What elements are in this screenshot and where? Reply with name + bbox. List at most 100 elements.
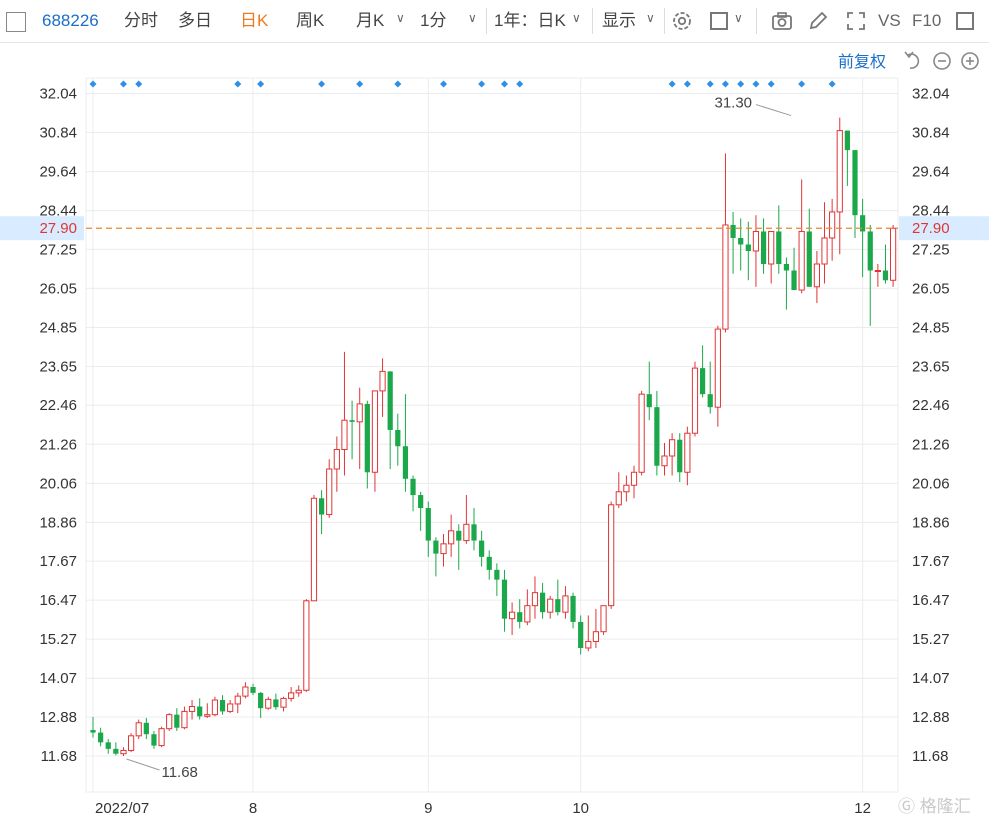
tab-weekly-k[interactable]: 周K xyxy=(296,9,324,33)
candle-body xyxy=(425,508,431,541)
candle-body xyxy=(387,371,393,430)
y-tick-label: 20.06 xyxy=(39,475,77,492)
y-tick-label: 22.46 xyxy=(912,397,950,414)
candle-body xyxy=(242,686,249,697)
tab-multi-day[interactable]: 多日 xyxy=(178,9,212,33)
candlestick-series[interactable] xyxy=(90,117,897,756)
candle-body xyxy=(524,605,531,623)
divider xyxy=(756,8,757,34)
fullscreen-icon[interactable] xyxy=(844,9,868,33)
candle-down xyxy=(707,361,713,414)
candle-body xyxy=(806,231,812,287)
y-tick-label: 21.26 xyxy=(912,436,950,453)
left-price-axis: 32.0430.8429.6428.4427.2526.0524.8523.65… xyxy=(39,86,77,766)
candle-body xyxy=(128,735,135,751)
undo-icon[interactable] xyxy=(904,51,920,69)
chevron-down-icon[interactable]: ∨ xyxy=(468,11,477,25)
candle-body xyxy=(151,734,157,746)
candle-up xyxy=(684,426,691,486)
stock-code[interactable]: 688226 xyxy=(42,9,99,33)
candle-down xyxy=(555,579,561,616)
chevron-down-icon[interactable]: ∨ xyxy=(734,11,743,25)
vs-button[interactable]: VS xyxy=(878,9,901,33)
candle-up xyxy=(836,117,843,255)
gear-icon[interactable] xyxy=(670,9,694,33)
candle-body xyxy=(197,706,203,717)
y-tick-label: 14.07 xyxy=(912,670,950,687)
tab-intraday[interactable]: 分时 xyxy=(124,9,158,33)
candle-body xyxy=(440,543,447,555)
tab-1min[interactable]: 1分 xyxy=(420,9,446,33)
candle-body xyxy=(646,394,652,408)
candle-body xyxy=(356,403,363,423)
candle-up xyxy=(768,230,775,284)
candle-down xyxy=(517,599,523,629)
candle-body xyxy=(821,237,828,265)
y-tick-label: 14.07 xyxy=(39,670,77,687)
candle-up xyxy=(234,692,241,714)
tab-daily-k[interactable]: 日K xyxy=(240,9,268,33)
candle-down xyxy=(273,693,279,710)
candle-body xyxy=(433,540,439,554)
candle-down xyxy=(319,490,325,535)
event-marker xyxy=(767,80,775,88)
event-marker xyxy=(721,80,729,88)
candle-body xyxy=(562,595,569,613)
pen-icon[interactable] xyxy=(806,9,830,33)
candle-body xyxy=(836,130,843,213)
price-mode-label[interactable]: 前复权 xyxy=(838,53,886,71)
event-marker xyxy=(478,80,486,88)
candle-up xyxy=(829,198,836,261)
candle-body xyxy=(219,700,226,712)
candle-body xyxy=(463,523,470,542)
zoom-out-icon[interactable] xyxy=(933,52,951,70)
candle-body xyxy=(791,270,797,291)
candle-body xyxy=(730,224,736,238)
kline-chart[interactable]: 32.0430.8429.6428.4427.2526.0524.8523.65… xyxy=(0,42,989,824)
right-price-axis: 32.0430.8429.6428.4427.2526.0524.8523.65… xyxy=(912,86,950,766)
current-price-label: 27.90 xyxy=(912,220,950,237)
candle-body xyxy=(776,231,782,265)
event-marker xyxy=(516,80,524,88)
candle-body xyxy=(90,729,96,733)
event-marker xyxy=(257,80,265,88)
event-markers[interactable] xyxy=(89,80,836,88)
candle-down xyxy=(105,739,111,754)
candle-body xyxy=(684,432,691,473)
candle-up xyxy=(280,696,287,712)
candle-up xyxy=(295,685,302,697)
period-select[interactable]: 1年：日K xyxy=(494,9,566,33)
square-tool-icon[interactable] xyxy=(710,12,728,30)
candle-down xyxy=(852,150,858,238)
candle-up xyxy=(585,615,592,652)
display-menu[interactable]: 显示 xyxy=(602,9,636,33)
zoom-in-icon[interactable] xyxy=(961,52,979,70)
candle-down xyxy=(760,218,767,274)
f10-button[interactable]: F10 xyxy=(912,9,941,33)
chevron-down-icon[interactable]: ∨ xyxy=(572,11,581,25)
y-tick-label: 27.25 xyxy=(39,241,77,258)
tab-monthly-k[interactable]: 月K xyxy=(356,9,384,33)
candle-body xyxy=(760,231,767,265)
candle-body xyxy=(509,611,516,620)
y-tick-label: 29.64 xyxy=(912,164,950,181)
candle-down xyxy=(258,691,264,718)
candle-down xyxy=(90,716,96,738)
candle-up xyxy=(341,351,348,476)
candle-down xyxy=(143,717,149,740)
candle-body xyxy=(120,749,127,755)
sidebar-toggle-icon[interactable] xyxy=(6,12,26,32)
candle-down xyxy=(494,563,500,596)
candle-up xyxy=(303,599,310,692)
event-marker xyxy=(500,80,508,88)
camera-icon[interactable] xyxy=(770,9,794,33)
panel-toggle-icon[interactable] xyxy=(956,12,974,30)
event-marker xyxy=(798,80,806,88)
candle-up xyxy=(158,726,165,748)
chevron-down-icon[interactable]: ∨ xyxy=(396,11,405,25)
candle-body xyxy=(547,598,554,613)
chevron-down-icon[interactable]: ∨ xyxy=(646,11,655,25)
event-marker xyxy=(318,80,326,88)
candle-down xyxy=(402,394,409,492)
event-marker xyxy=(828,80,836,88)
